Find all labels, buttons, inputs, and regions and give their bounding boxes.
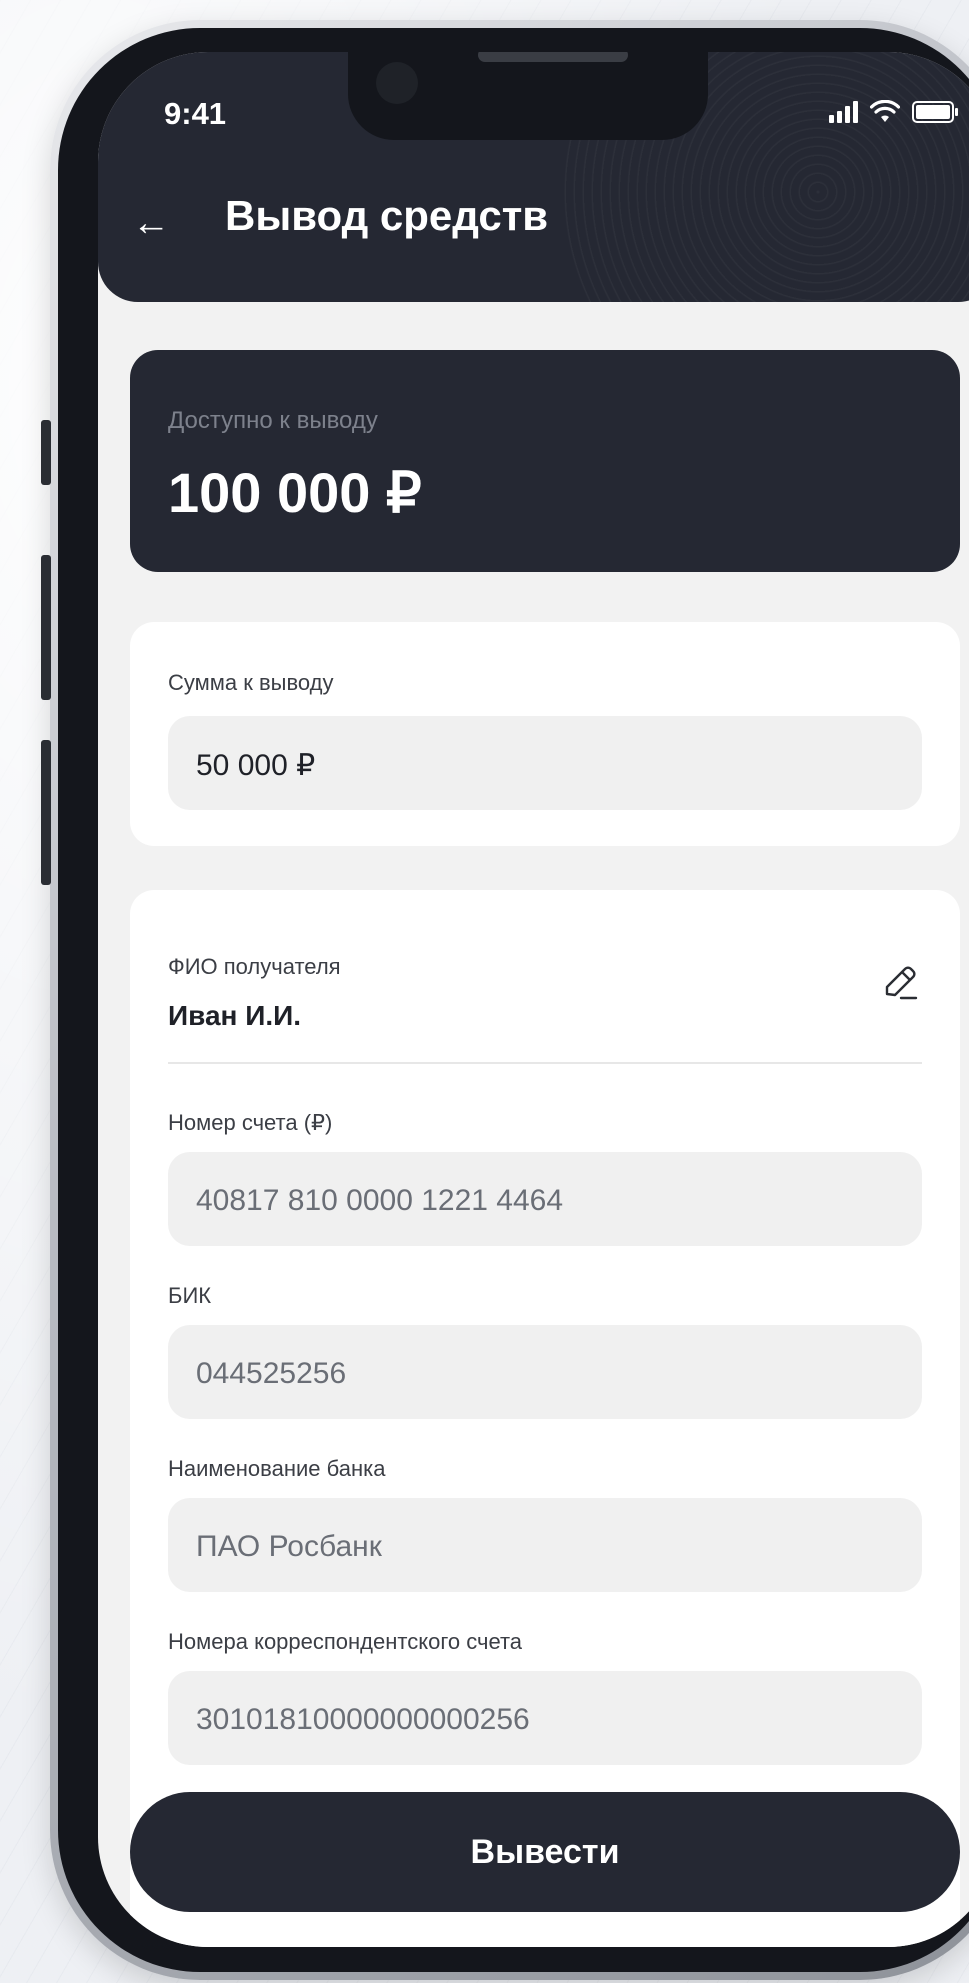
recipient-name: Иван И.И. — [168, 1000, 302, 1031]
account-value: 40817 810 0000 1221 4464 — [196, 1184, 564, 1217]
corr-account-field[interactable]: 30101810000000000256 — [168, 1671, 922, 1765]
bik-value: 044525256 — [196, 1357, 347, 1390]
volume-up-button — [41, 555, 51, 700]
divider — [168, 1062, 922, 1064]
amount-card: Сумма к выводу 50 000 ₽ — [130, 622, 960, 846]
camera — [376, 62, 418, 104]
bank-label: Наименование банка — [168, 1456, 386, 1481]
status-icons — [829, 100, 958, 124]
account-field[interactable]: 40817 810 0000 1221 4464 — [168, 1152, 922, 1246]
page-title: Вывод средств — [225, 192, 549, 239]
app-screen: 9:41 ← Вывод средств Доступно к выводу 1… — [98, 52, 969, 1947]
bank-value: ПАО Росбанк — [196, 1530, 382, 1563]
amount-input[interactable]: 50 000 ₽ — [168, 716, 922, 810]
available-balance-value: 100 000 ₽ — [168, 461, 422, 524]
battery-icon — [912, 101, 958, 123]
status-time: 9:41 — [164, 96, 227, 131]
account-label: Номер счета (₽) — [168, 1110, 333, 1135]
corr-account-value: 30101810000000000256 — [196, 1703, 530, 1736]
available-balance-card: Доступно к выводу 100 000 ₽ — [130, 350, 960, 572]
recipient-details-card: ФИО получателя Иван И.И. Номер счета (₽)… — [130, 890, 960, 1947]
bank-field[interactable]: ПАО Росбанк — [168, 1498, 922, 1592]
withdraw-button[interactable]: Вывести — [130, 1792, 960, 1912]
amount-label: Сумма к выводу — [168, 670, 334, 695]
recipient-label: ФИО получателя — [168, 954, 341, 979]
bik-field[interactable]: 044525256 — [168, 1325, 922, 1419]
speaker — [478, 52, 628, 62]
amount-value: 50 000 ₽ — [196, 749, 316, 782]
available-balance-label: Доступно к выводу — [168, 407, 378, 434]
mute-switch — [41, 420, 51, 485]
wifi-icon — [870, 100, 900, 122]
corr-account-label: Номера корреспондентского счета — [168, 1629, 523, 1654]
signal-icon — [829, 101, 858, 123]
back-arrow-icon[interactable]: ← — [132, 202, 170, 245]
volume-down-button — [41, 740, 51, 885]
pencil-icon[interactable] — [878, 960, 922, 1004]
bik-label: БИК — [168, 1283, 212, 1308]
